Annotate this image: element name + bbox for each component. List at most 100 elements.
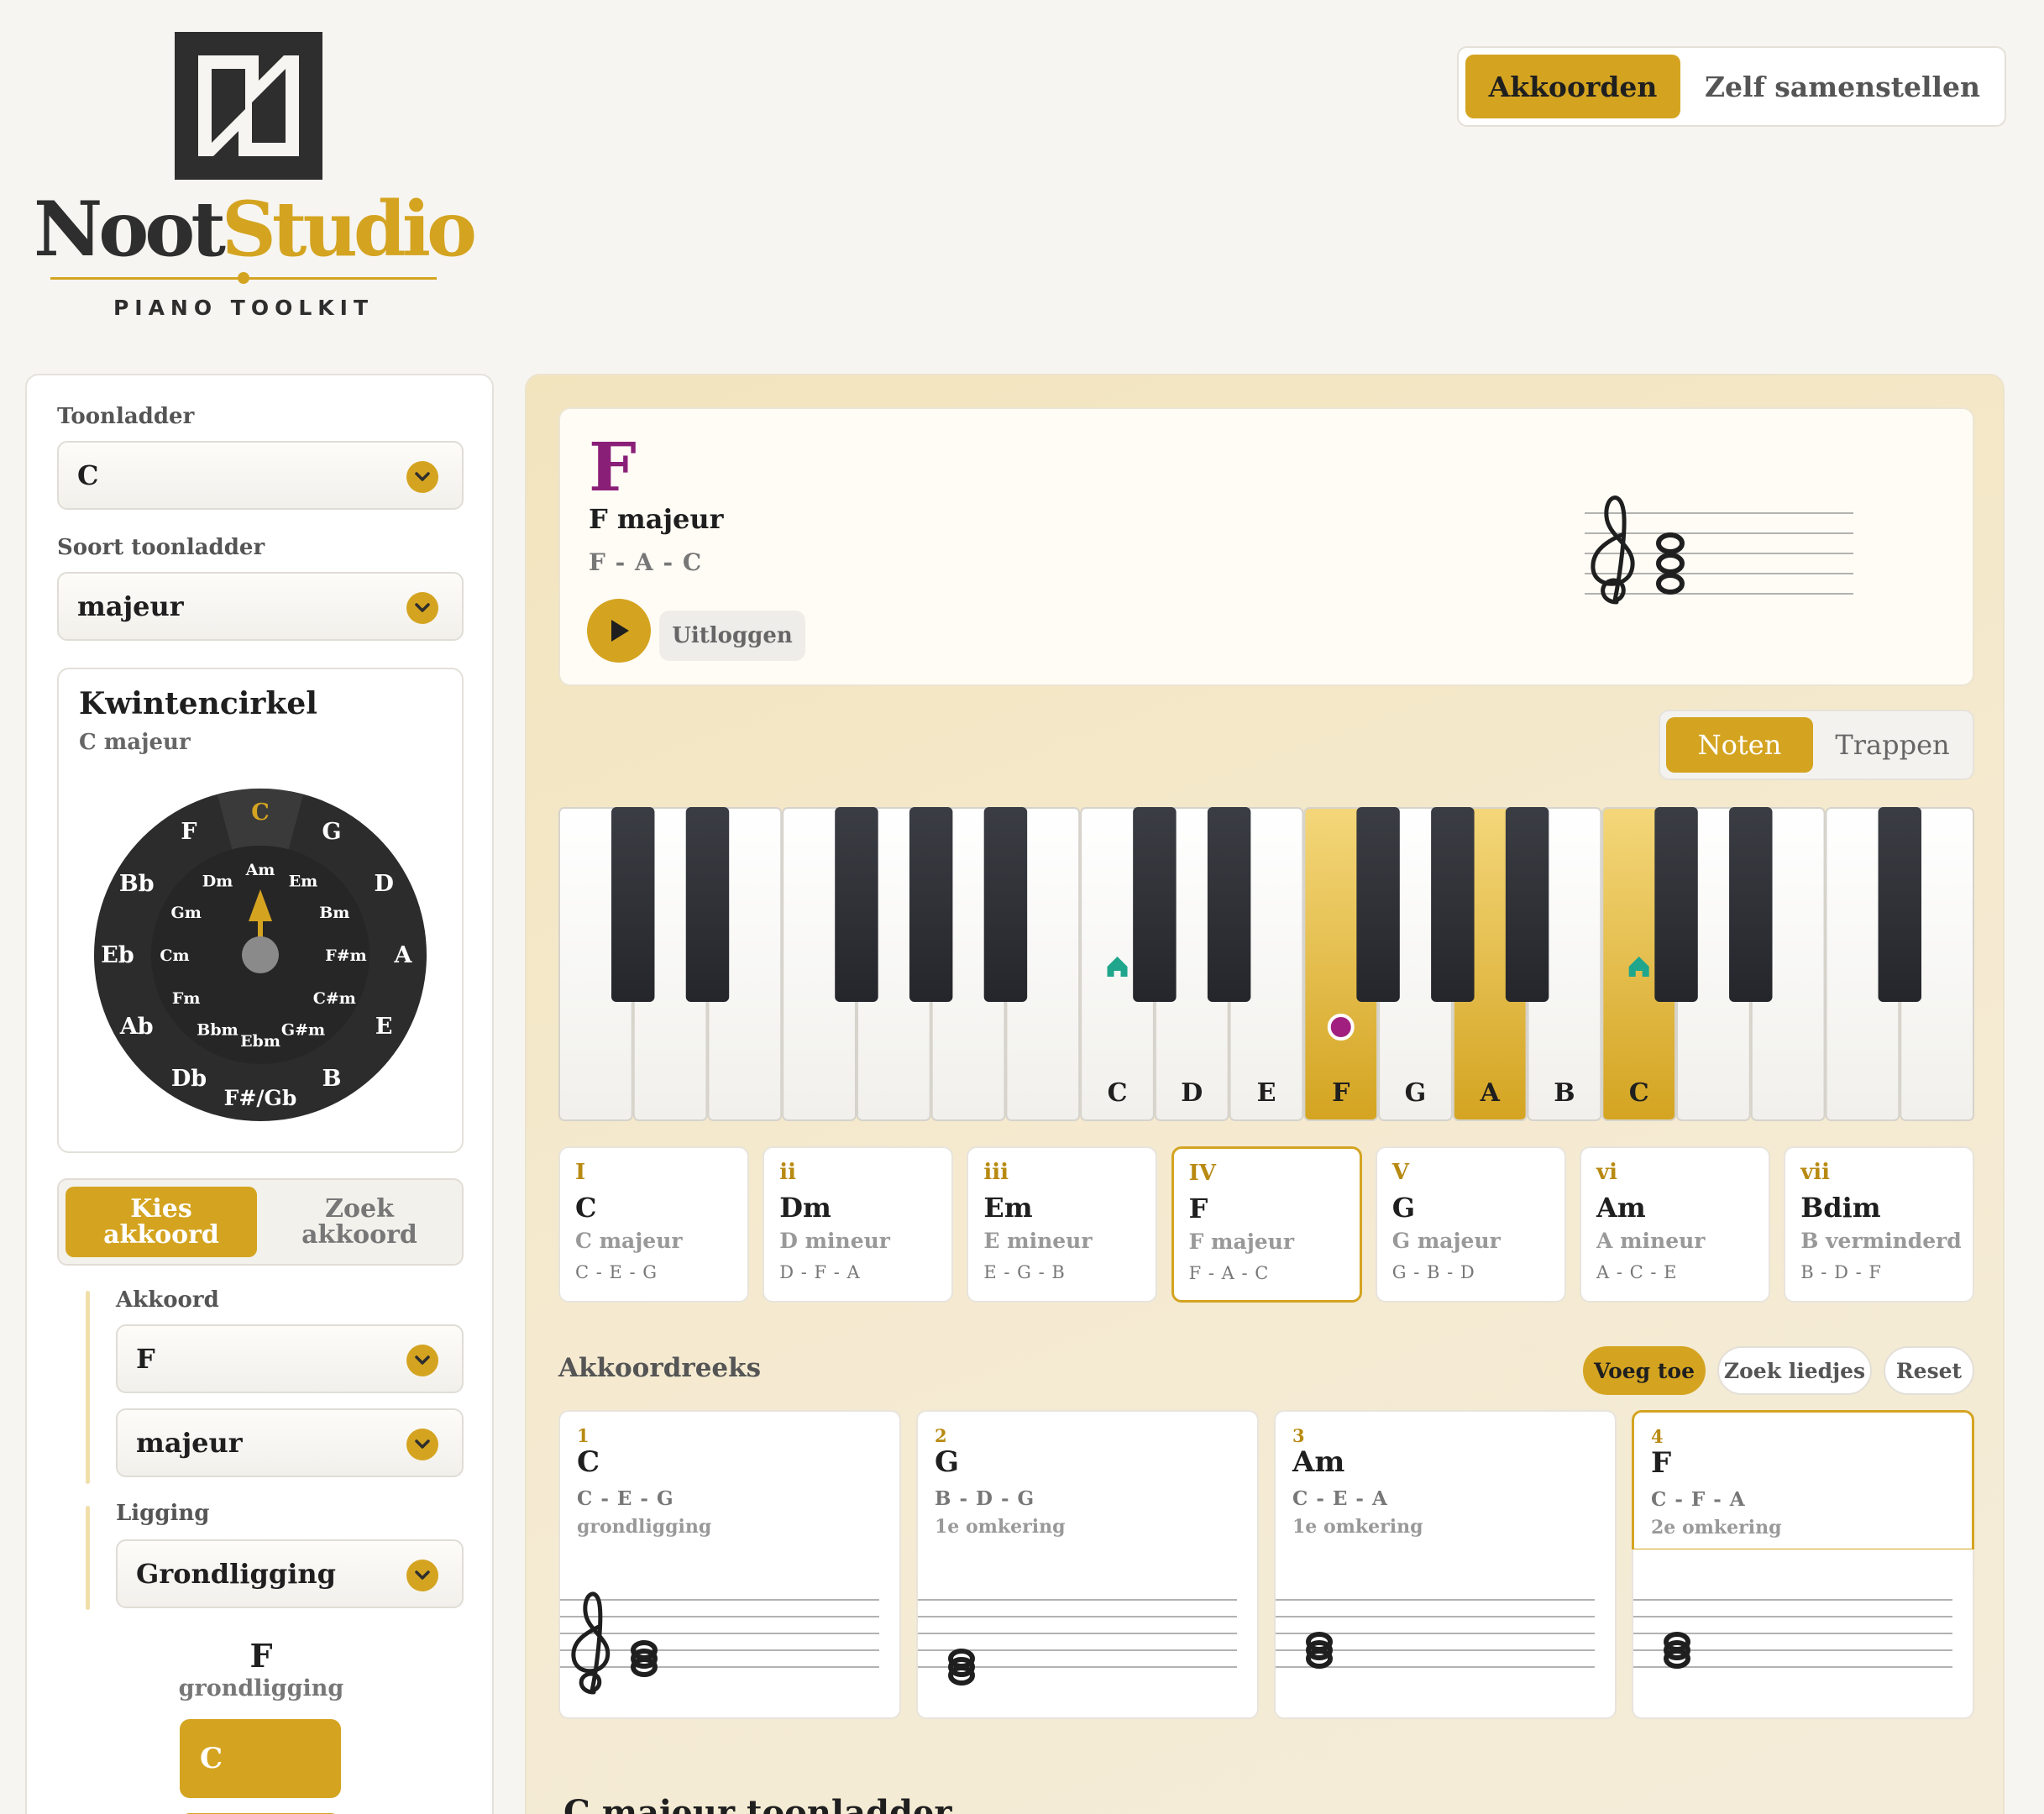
circle-key-b[interactable]: B: [322, 1066, 342, 1092]
sequence-card[interactable]: 4 F C - F - A 2e omkering: [1632, 1410, 1974, 1719]
piano-black-key[interactable]: [1356, 807, 1400, 1002]
scale-label: Toonladder: [57, 404, 195, 429]
circle-key-bb[interactable]: Bb: [119, 871, 155, 897]
brand-name: NootStudio: [34, 185, 477, 274]
circle-minor-cm[interactable]: Cm: [160, 946, 189, 965]
reset-button[interactable]: Reset: [1884, 1346, 1974, 1395]
piano-black-key[interactable]: [1878, 807, 1921, 1002]
degree-card-vi[interactable]: vi Am A mineur A - C - E: [1580, 1146, 1770, 1303]
sequence-title: Akkoordreeks: [558, 1353, 762, 1383]
play-button[interactable]: [587, 599, 651, 663]
degree-roman: V: [1391, 1160, 1409, 1185]
chord-quality-select[interactable]: majeur: [116, 1408, 464, 1477]
logout-button[interactable]: Uitloggen: [659, 611, 805, 661]
degree-roman: vi: [1596, 1160, 1617, 1185]
circle-minor-ebm[interactable]: Ebm: [240, 1032, 280, 1051]
scale-type-select[interactable]: majeur: [57, 572, 464, 641]
circle-key-g[interactable]: G: [322, 819, 341, 845]
piano-black-key[interactable]: [835, 807, 878, 1002]
chord-staff: [1585, 495, 1853, 605]
circle-key-fsharp-gb[interactable]: F#/Gb: [224, 1086, 297, 1110]
circle-minor-am[interactable]: Am: [245, 861, 275, 879]
scale-select[interactable]: C: [57, 441, 464, 510]
circle-minor-gsharpm[interactable]: G#m: [281, 1020, 325, 1039]
sequence-staff: [1274, 1549, 1617, 1719]
degree-card-ii[interactable]: ii Dm D mineur D - F - A: [763, 1146, 954, 1303]
degree-card-v[interactable]: V G G majeur G - B - D: [1375, 1146, 1566, 1303]
sequence-number: 3: [1292, 1425, 1305, 1446]
circle-minor-gm[interactable]: Gm: [170, 904, 201, 922]
circle-key-db[interactable]: Db: [171, 1066, 207, 1092]
degree-roman: ii: [779, 1160, 796, 1185]
degree-card-iv[interactable]: IV F F majeur F - A - C: [1171, 1146, 1362, 1303]
chord-note-button[interactable]: C: [180, 1719, 341, 1798]
tab-noten[interactable]: Noten: [1666, 717, 1813, 773]
sequence-number: 2: [935, 1425, 947, 1446]
circle-key-f[interactable]: F: [181, 819, 197, 845]
piano-black-key[interactable]: [685, 807, 730, 1002]
circle-minor-csharpm[interactable]: C#m: [313, 989, 356, 1008]
circle-minor-em[interactable]: Em: [289, 873, 318, 891]
piano-keyboard[interactable]: CDEFGABC: [558, 807, 1974, 1121]
piano-black-key[interactable]: [1207, 807, 1251, 1002]
section-indicator: [86, 1291, 90, 1484]
circle-minor-bbm[interactable]: Bbm: [197, 1020, 238, 1039]
section-indicator: [86, 1506, 90, 1610]
piano-black-key[interactable]: [1133, 807, 1177, 1002]
circle-minor-dm[interactable]: Dm: [202, 873, 233, 891]
piano-black-key[interactable]: [1654, 807, 1698, 1002]
circle-key-d[interactable]: D: [375, 871, 394, 897]
piano-black-key[interactable]: [983, 807, 1028, 1002]
circle-minor-bm[interactable]: Bm: [319, 904, 349, 922]
circle-key-ab[interactable]: Ab: [119, 1014, 154, 1040]
circle-key-e[interactable]: E: [375, 1014, 393, 1040]
piano-key-label: E: [1257, 1078, 1276, 1108]
circle-key-a[interactable]: A: [394, 942, 413, 968]
piano-key-label: D: [1181, 1078, 1203, 1108]
degree-card-vii[interactable]: vii Bdim B verminderd B - D - F: [1784, 1146, 1975, 1303]
piano-black-key[interactable]: [611, 807, 655, 1002]
staff-notation: [1276, 1599, 1595, 1669]
piano-key-label: C: [1629, 1078, 1649, 1108]
sequence-notes: C - E - A: [1292, 1487, 1388, 1510]
degree-roman: I: [575, 1160, 586, 1185]
piano-black-key[interactable]: [1431, 807, 1475, 1002]
circle-key-c[interactable]: C: [251, 800, 270, 826]
staff-notation: [560, 1591, 879, 1695]
nav-akkoorden[interactable]: Akkoorden: [1465, 55, 1680, 118]
add-button[interactable]: Voeg toe: [1583, 1346, 1706, 1395]
degree-card-iii[interactable]: iii Em E mineur E - G - B: [967, 1146, 1158, 1303]
tab-trappen[interactable]: Trappen: [1818, 717, 1967, 773]
degree-card-i[interactable]: I C C majeur C - E - G: [558, 1146, 749, 1303]
nav-zelf-samenstellen[interactable]: Zelf samenstellen: [1687, 55, 1998, 118]
circle-minor-fsharpm[interactable]: F#m: [325, 946, 367, 965]
search-songs-button[interactable]: Zoek liedjes: [1717, 1346, 1872, 1395]
chord-hero-card: F F majeur F - A - C Uitloggen: [558, 407, 1974, 686]
tab-zoek-akkoord[interactable]: Zoek akkoord: [264, 1187, 455, 1257]
degree-quality: C majeur: [575, 1229, 683, 1253]
sidebar: Toonladder C Soort toonladder majeur Kwi…: [25, 374, 494, 1814]
piano-black-key[interactable]: [1729, 807, 1773, 1002]
chord-quality-value: majeur: [136, 1427, 243, 1459]
piano-black-key[interactable]: [1505, 807, 1549, 1002]
tab-kies-akkoord[interactable]: Kies akkoord: [66, 1187, 257, 1257]
degree-chord: C: [575, 1192, 597, 1224]
chord-label: Akkoord: [116, 1287, 219, 1313]
sequence-card[interactable]: 3 Am C - E - A 1e omkering: [1274, 1410, 1617, 1719]
selected-chord-name: F: [249, 1637, 273, 1675]
circle-minor-fm[interactable]: Fm: [172, 989, 201, 1008]
circle-of-fifths[interactable]: C G D A E B F#/Gb Db Ab Eb Bb F Am EmBm F#m C#m G#mEbmBb…: [92, 787, 428, 1123]
sequence-card[interactable]: 1 C C - E - G grondligging: [558, 1410, 901, 1719]
position-select[interactable]: Grondligging: [116, 1539, 464, 1608]
chord-root-select[interactable]: F: [116, 1324, 464, 1393]
sequence-card[interactable]: 2 G B - D - G 1e omkering: [916, 1410, 1259, 1719]
chevron-down-icon: [406, 1560, 438, 1591]
sequence-inversion: 2e omkering: [1651, 1517, 1782, 1539]
degree-chord: Dm: [779, 1192, 831, 1224]
sequence-chord: G: [935, 1445, 960, 1479]
degree-notes: G - B - D: [1391, 1262, 1475, 1282]
piano-black-key[interactable]: [909, 807, 953, 1002]
circle-subtitle: C majeur: [79, 730, 191, 755]
chord-letter: F: [589, 427, 637, 506]
circle-key-eb[interactable]: Eb: [101, 942, 134, 968]
